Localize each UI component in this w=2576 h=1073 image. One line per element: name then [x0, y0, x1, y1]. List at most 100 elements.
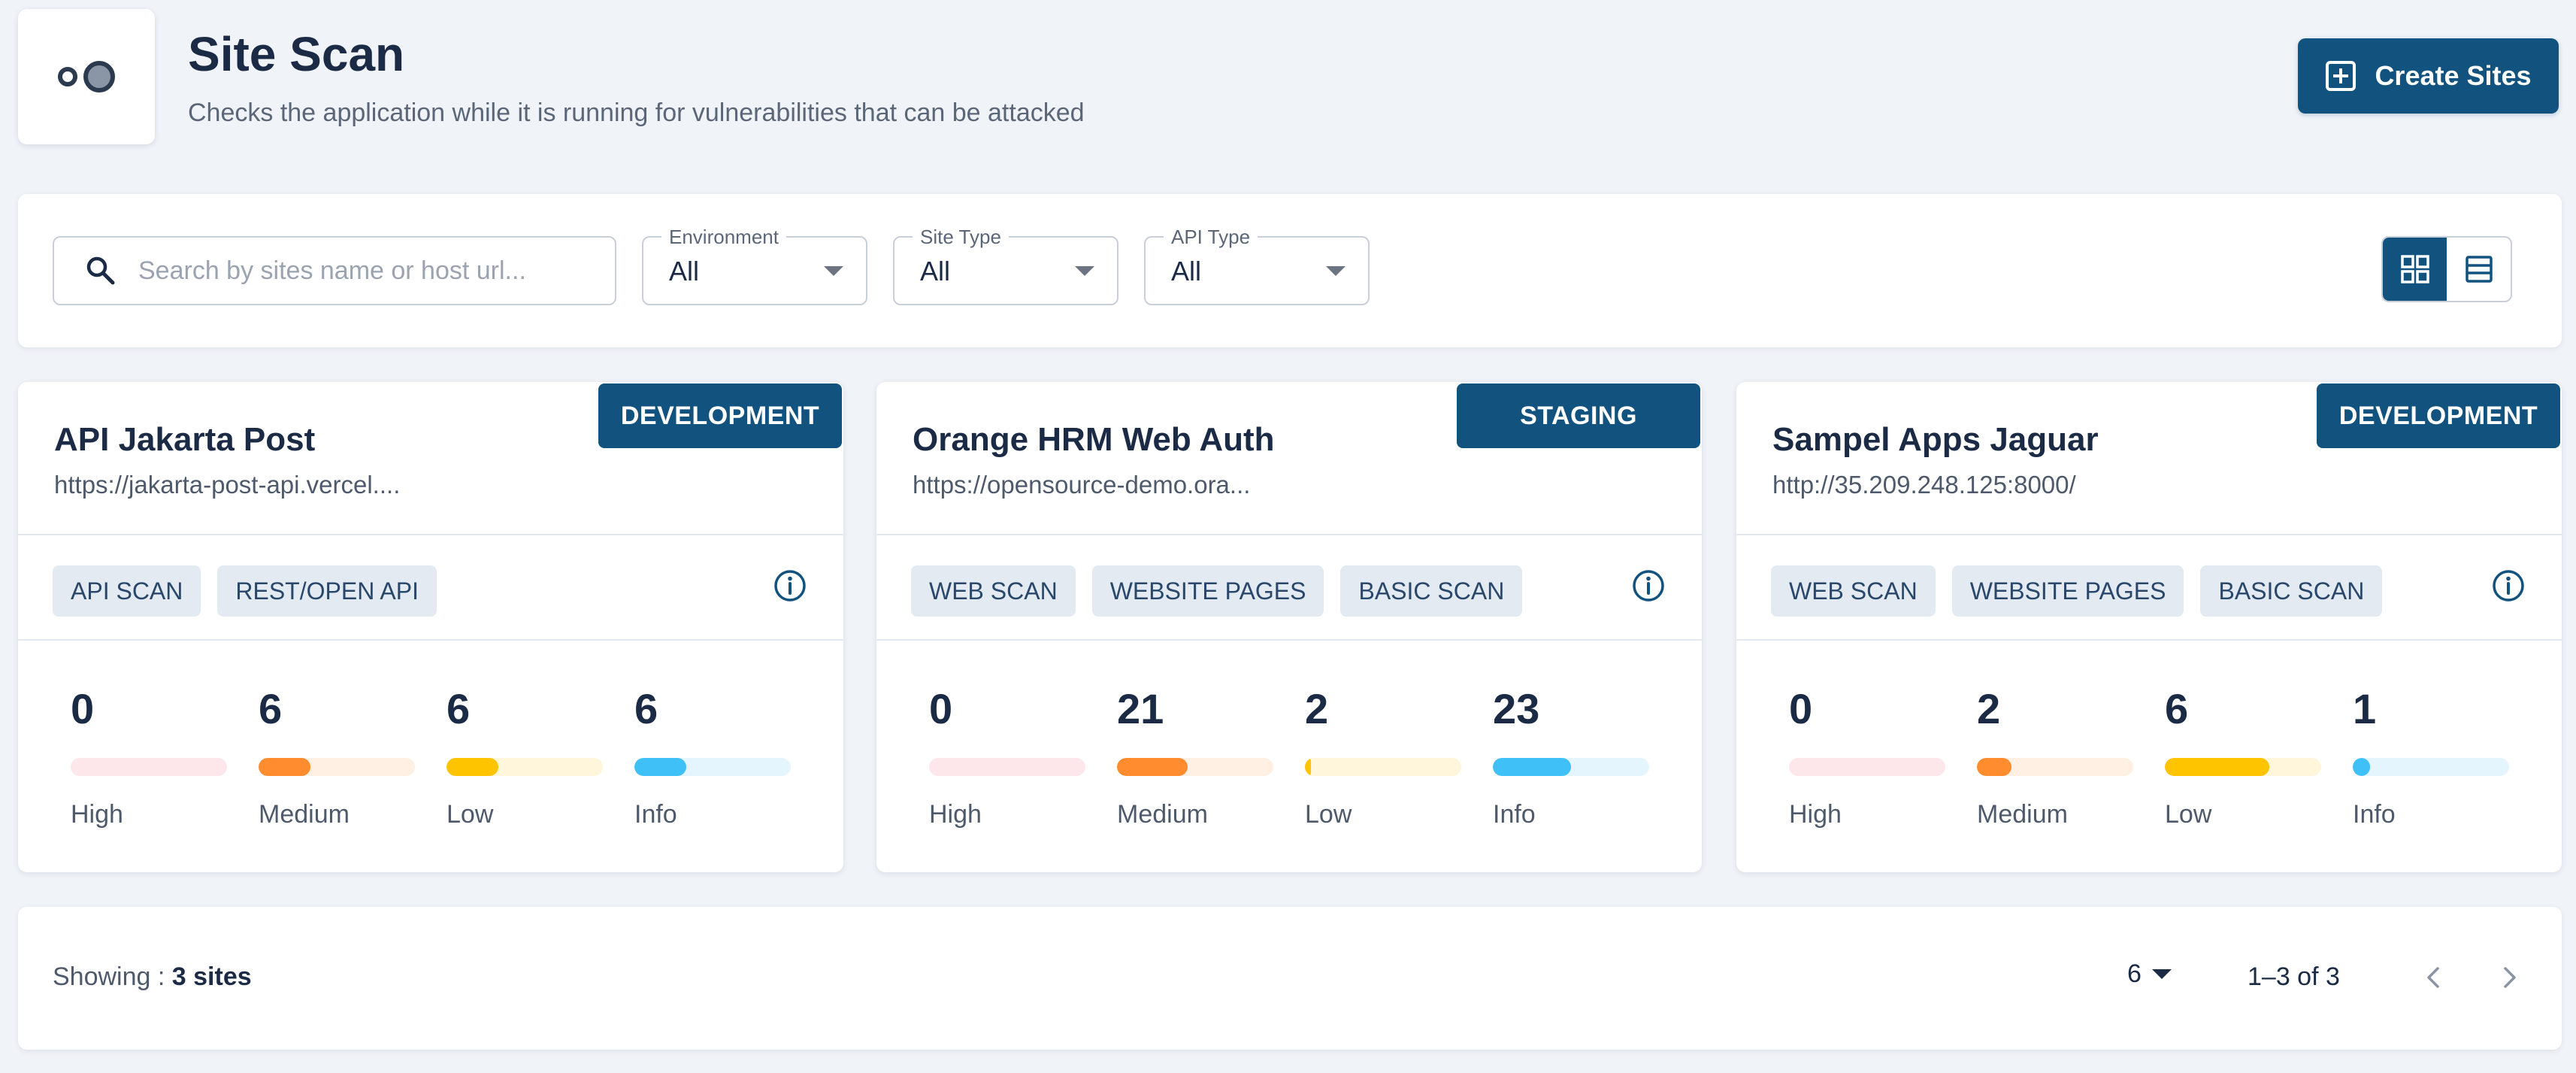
- severity-bar: [634, 758, 791, 776]
- severity-stat-low: 6 Low: [446, 683, 603, 829]
- severity-bar: [2165, 758, 2321, 776]
- chevron-down-icon: [1326, 266, 1346, 276]
- severity-stat-low: 6 Low: [2165, 683, 2321, 829]
- api-type-select-value: All: [1171, 256, 1202, 286]
- severity-bar-fill: [1117, 758, 1188, 776]
- severity-bar-fill: [1305, 758, 1312, 776]
- severity-bar-fill: [2165, 758, 2270, 776]
- severity-stat-medium: 6 Medium: [259, 683, 415, 829]
- severity-label: Info: [634, 800, 677, 829]
- scan-tag: WEBSITE PAGES: [1951, 565, 2184, 617]
- severity-bar: [1305, 758, 1461, 776]
- site-name: Sampel Apps Jaguar: [1772, 421, 2099, 458]
- severity-bar: [1977, 758, 2133, 776]
- api-type-select[interactable]: API Type All: [1144, 226, 1370, 305]
- site-url: https://jakarta-post-api.vercel....: [54, 471, 401, 499]
- info-icon[interactable]: [773, 568, 807, 603]
- showing-count: Showing : 3 sites: [53, 962, 252, 992]
- list-view-icon: [2465, 256, 2493, 283]
- severity-label: Info: [1493, 800, 1536, 829]
- chevron-down-icon: [824, 266, 843, 276]
- scan-tags: API SCAN REST/OPEN API: [53, 565, 437, 617]
- site-url: http://35.209.248.125:8000/: [1772, 471, 2076, 499]
- divider: [1736, 534, 2562, 535]
- page-title: Site Scan: [188, 27, 405, 81]
- add-box-icon: [2326, 61, 2357, 91]
- severity-bar: [259, 758, 415, 776]
- severity-stat-info: 1 Info: [2353, 683, 2509, 829]
- divider: [876, 534, 1702, 535]
- scan-tag: WEBSITE PAGES: [1091, 565, 1324, 617]
- environment-select[interactable]: Environment All: [642, 226, 867, 305]
- severity-count: 0: [1789, 685, 1813, 732]
- chevron-right-icon: [2504, 967, 2516, 988]
- severity-count: 6: [2165, 685, 2189, 732]
- site-card[interactable]: STAGING Orange HRM Web Auth https://open…: [876, 382, 1702, 872]
- severity-bar-fill: [1493, 758, 1571, 776]
- severity-count: 0: [929, 685, 953, 732]
- search-input[interactable]: [138, 256, 589, 286]
- site-type-select-label: Site Type: [913, 226, 1009, 248]
- severity-bar-fill: [2353, 758, 2370, 776]
- caret-down-icon: [2151, 969, 2172, 979]
- severity-count: 1: [2353, 685, 2377, 732]
- severity-stat-high: 0 High: [929, 683, 1085, 829]
- environment-badge: STAGING: [1457, 383, 1700, 448]
- environment-badge: DEVELOPMENT: [598, 383, 842, 448]
- create-sites-button[interactable]: Create Sites: [2298, 38, 2559, 114]
- scan-tag: WEB SCAN: [911, 565, 1076, 617]
- chevron-down-icon: [1075, 266, 1094, 276]
- site-name: API Jakarta Post: [54, 421, 316, 458]
- divider: [1736, 639, 2562, 641]
- next-page-button[interactable]: [2488, 956, 2530, 999]
- search-icon: [86, 256, 115, 285]
- severity-bar: [1117, 758, 1273, 776]
- severity-count: 2: [1977, 685, 2001, 732]
- site-scan-logo: [18, 9, 155, 144]
- site-card[interactable]: DEVELOPMENT API Jakarta Post https://jak…: [18, 382, 843, 872]
- showing-value: 3 sites: [171, 962, 252, 991]
- divider: [18, 639, 843, 641]
- create-sites-label: Create Sites: [2375, 60, 2532, 91]
- page-header: Site Scan Checks the application while i…: [18, 9, 2559, 144]
- severity-label: Medium: [259, 800, 350, 829]
- severity-label: Low: [2165, 800, 2212, 829]
- view-toggle: [2381, 236, 2512, 302]
- previous-page-button[interactable]: [2413, 956, 2455, 999]
- severity-bar: [446, 758, 603, 776]
- environment-badge: DEVELOPMENT: [2317, 383, 2560, 448]
- info-icon[interactable]: [1631, 568, 1666, 603]
- site-card[interactable]: DEVELOPMENT Sampel Apps Jaguar http://35…: [1736, 382, 2562, 872]
- site-type-select[interactable]: Site Type All: [893, 226, 1118, 305]
- severity-bar-fill: [446, 758, 498, 776]
- pagination-footer: Showing : 3 sites 6 1–3 of 3: [18, 907, 2562, 1050]
- severity-count: 6: [634, 685, 658, 732]
- severity-bar: [1493, 758, 1649, 776]
- chevron-left-icon: [2427, 967, 2439, 988]
- scan-tag: BASIC SCAN: [2200, 565, 2383, 617]
- site-scan-icon: [58, 61, 115, 92]
- filter-bar: Environment All Site Type All API Type A…: [18, 194, 2562, 347]
- search-box[interactable]: [53, 236, 616, 305]
- environment-select-label: Environment: [661, 226, 786, 248]
- api-type-select-label: API Type: [1164, 226, 1258, 248]
- site-type-select-value: All: [920, 256, 951, 286]
- severity-label: High: [71, 800, 123, 829]
- severity-count: 6: [259, 685, 283, 732]
- severity-label: Low: [1305, 800, 1352, 829]
- info-icon[interactable]: [2491, 568, 2526, 603]
- scan-tag: BASIC SCAN: [1340, 565, 1523, 617]
- scan-tag: REST/OPEN API: [217, 565, 437, 617]
- rows-per-page-select[interactable]: 6: [2127, 959, 2172, 989]
- severity-bar: [1789, 758, 1945, 776]
- scan-tags: WEB SCAN WEBSITE PAGES BASIC SCAN: [1771, 565, 2383, 617]
- scan-tags: WEB SCAN WEBSITE PAGES BASIC SCAN: [911, 565, 1523, 617]
- scan-tag: WEB SCAN: [1771, 565, 1936, 617]
- pagination-range: 1–3 of 3: [2248, 962, 2340, 991]
- list-view-button[interactable]: [2447, 238, 2511, 301]
- grid-view-button[interactable]: [2383, 238, 2447, 301]
- severity-count: 23: [1493, 685, 1540, 732]
- severity-label: Info: [2353, 800, 2396, 829]
- severity-label: Low: [446, 800, 494, 829]
- showing-label: Showing :: [53, 962, 165, 991]
